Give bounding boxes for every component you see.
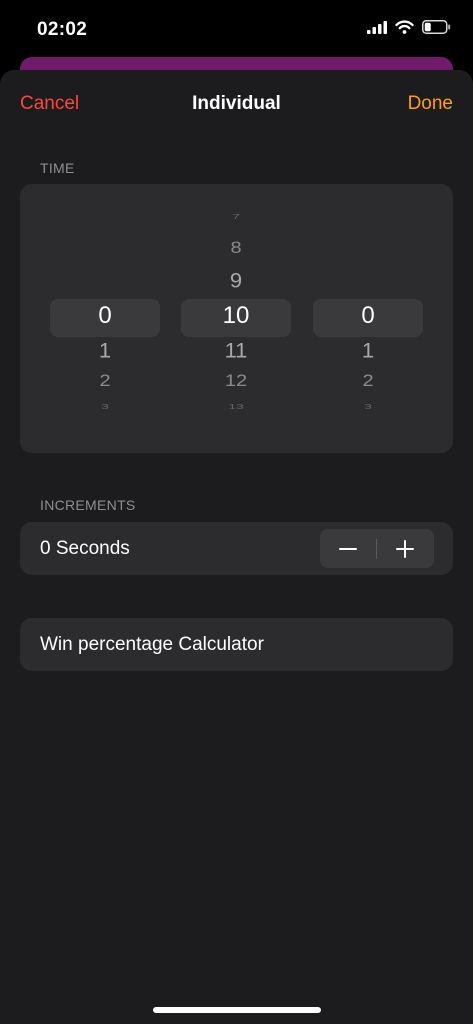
picker-option[interactable]: 2	[50, 372, 160, 392]
picker-option[interactable]: 7	[181, 212, 291, 221]
increments-row: 0 Seconds	[20, 522, 453, 575]
modal-sheet: Individual Cancel Done TIME 0123 7 8 9 10 11…	[0, 70, 473, 1024]
time-picker: 0123 7 8 9 10 11 12 13 0123	[20, 184, 453, 453]
status-icons	[367, 20, 451, 34]
picker-wheel-second[interactable]: 7 8 9 10 11 12 13	[181, 184, 291, 453]
picker-wheel-third[interactable]: 0 1 2 3	[313, 184, 423, 453]
picker-option[interactable]: 2	[313, 372, 423, 392]
picker-option[interactable]: 1	[50, 339, 160, 364]
picker-option[interactable]: 9	[181, 269, 291, 294]
picker-option[interactable]: 12	[181, 372, 291, 392]
picker-option[interactable]: 1	[313, 339, 423, 364]
increments-value: 0 Seconds	[40, 538, 130, 559]
decrement-button[interactable]	[320, 529, 376, 568]
increment-button[interactable]	[377, 529, 433, 568]
picker-selected-value[interactable]: 0	[313, 302, 423, 330]
picker-option[interactable]: 13	[181, 402, 291, 411]
status-bar: 02:02	[0, 0, 473, 58]
done-button[interactable]: Done	[408, 93, 453, 115]
picker-selected-value[interactable]: 10	[181, 302, 291, 330]
win-percentage-calculator-row[interactable]: Win percentage Calculator	[20, 618, 453, 671]
cancel-button[interactable]: Cancel	[20, 93, 79, 115]
increments-section-header: INCREMENTS	[40, 497, 136, 513]
calculator-label: Win percentage Calculator	[40, 634, 264, 655]
picker-selected-value[interactable]: 0	[50, 302, 160, 330]
increments-stepper	[320, 529, 434, 568]
picker-wheel-first[interactable]: 0 1 2 3	[50, 184, 160, 453]
time-section-header: TIME	[40, 160, 75, 176]
wifi-icon	[395, 20, 414, 34]
picker-option[interactable]: 3	[313, 402, 423, 411]
picker-option[interactable]: 8	[181, 239, 291, 259]
picker-option[interactable]: 3	[50, 402, 160, 411]
plus-icon	[396, 539, 414, 558]
minus-icon	[339, 547, 357, 550]
picker-option[interactable]: 11	[181, 339, 291, 364]
battery-icon	[422, 20, 451, 34]
home-indicator[interactable]	[153, 1007, 321, 1013]
cellular-signal-icon	[367, 20, 387, 34]
status-time: 02:02	[37, 19, 88, 40]
